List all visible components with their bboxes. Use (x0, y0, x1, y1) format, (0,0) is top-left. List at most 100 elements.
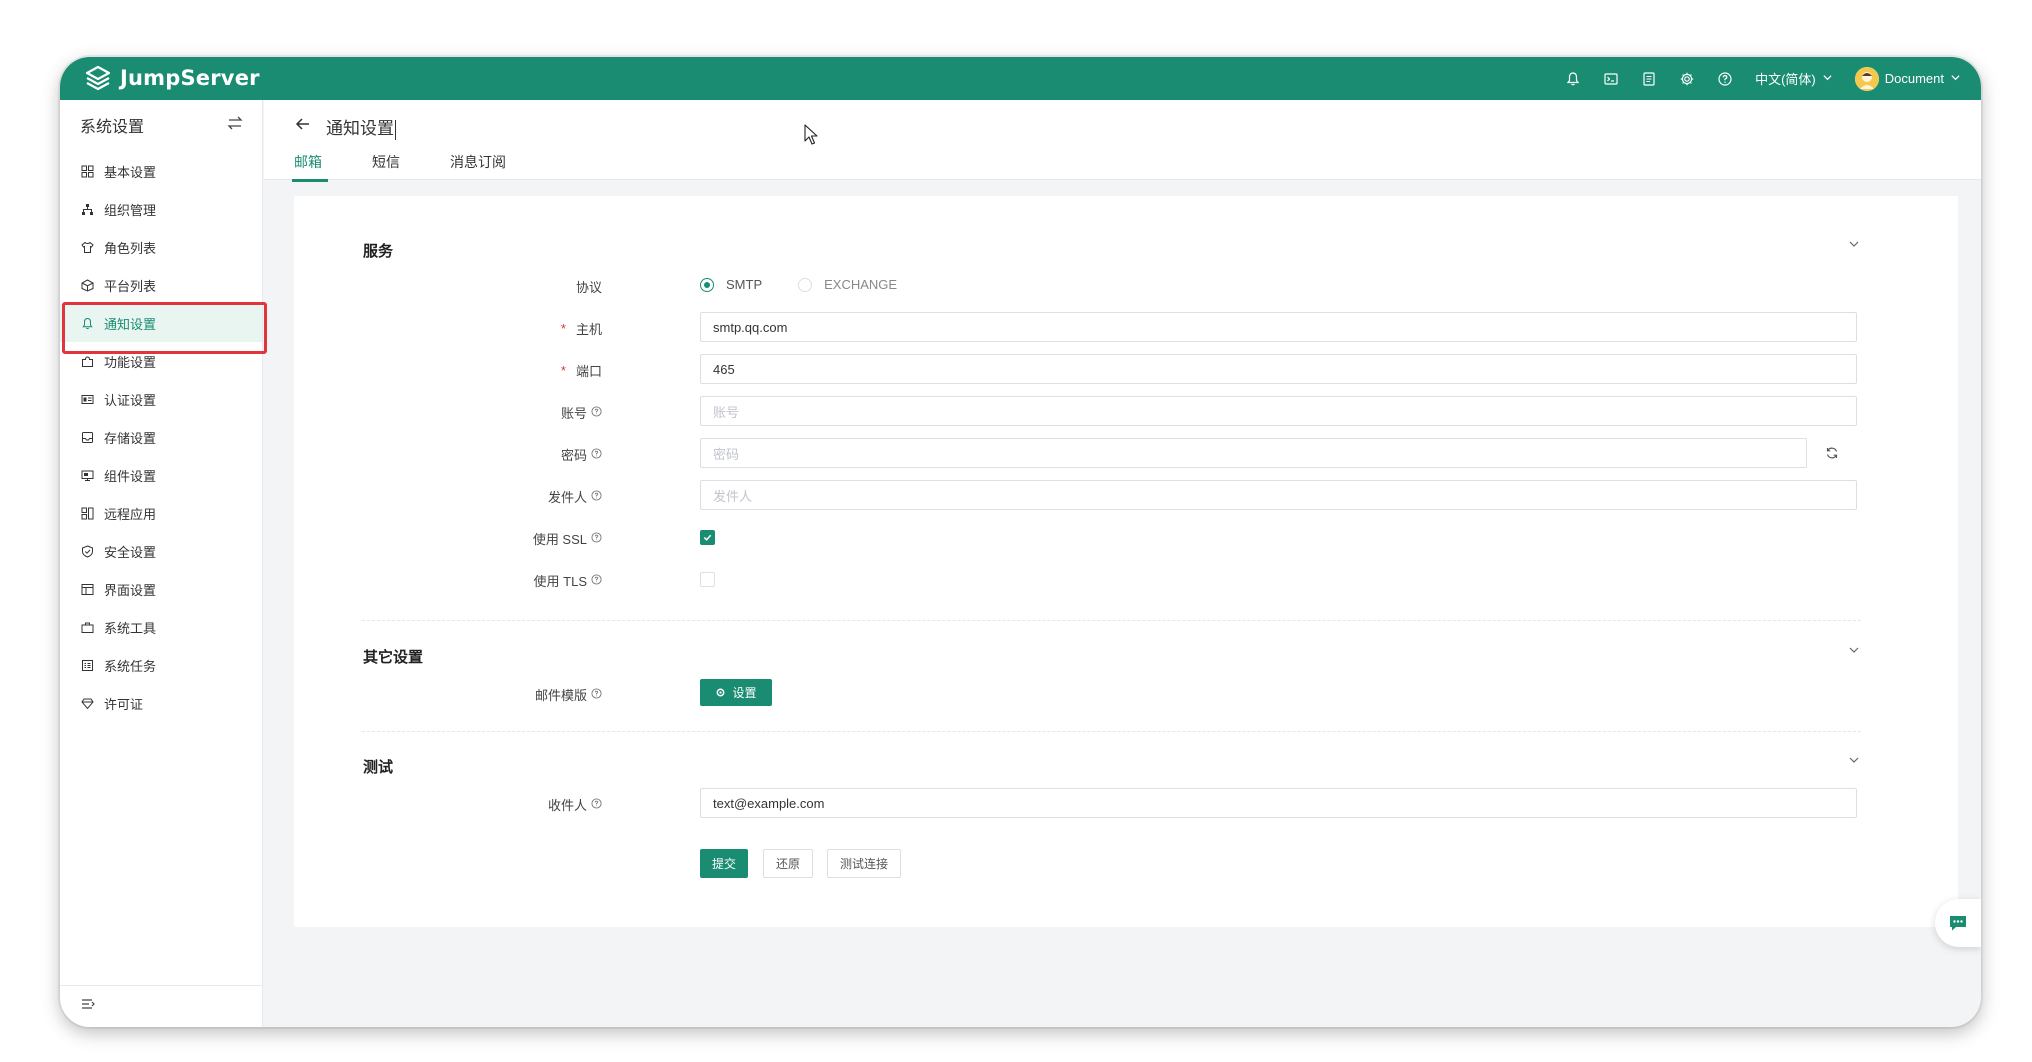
sidebar-item-auth-settings[interactable]: 认证设置 (60, 380, 262, 418)
chevron-down-icon (1822, 71, 1833, 86)
help-icon[interactable] (591, 531, 602, 546)
submit-button[interactable]: 提交 (700, 849, 748, 878)
recipient-input[interactable]: text@example.com (700, 788, 1857, 818)
template-label: 邮件模版 (362, 685, 602, 704)
sidebar-item-feature-settings[interactable]: 功能设置 (60, 342, 262, 380)
test-connection-button[interactable]: 测试连接 (827, 849, 901, 878)
top-right-actions: 中文(简体) Document (1565, 57, 1961, 100)
port-input[interactable]: 465 (700, 354, 1857, 384)
sidebar: 系统设置 基本设置 组织管理 角色列表 平台列表 通知设置 功能设置 认证设置 … (60, 100, 267, 1027)
sidebar-item-label: 界面设置 (104, 582, 157, 598)
protocol-radio-smtp[interactable]: SMTP (700, 277, 762, 292)
protocol-radio-exchange[interactable]: EXCHANGE (798, 277, 897, 292)
tls-checkbox[interactable] (700, 572, 715, 587)
top-navbar: JumpServer 中文(简体) Document (60, 57, 1981, 100)
document-icon[interactable] (1641, 71, 1657, 87)
chevron-down-icon[interactable] (1847, 643, 1861, 657)
storage-icon (81, 431, 94, 444)
sidebar-item-label: 安全设置 (104, 544, 157, 560)
help-icon[interactable] (591, 687, 602, 702)
help-icon[interactable] (591, 573, 602, 588)
reset-button[interactable]: 还原 (763, 849, 813, 878)
sidebar-item-label: 系统工具 (104, 620, 157, 636)
section-title-test: 测试 (363, 759, 394, 776)
sidebar-item-license[interactable]: 许可证 (60, 684, 262, 722)
sidebar-item-system-tools[interactable]: 系统工具 (60, 608, 262, 646)
app-window: JumpServer 中文(简体) Document 系统设置 基本设置 组织管… (60, 57, 1981, 1027)
template-settings-button[interactable]: 设置 (700, 679, 772, 706)
sidebar-footer (60, 985, 262, 1027)
switch-view-icon[interactable] (226, 114, 244, 137)
user-menu[interactable]: Document (1854, 66, 1961, 91)
help-icon[interactable] (591, 447, 602, 462)
gear-icon[interactable] (1679, 71, 1695, 87)
avatar (1854, 66, 1879, 91)
protocol-radio-group: SMTP EXCHANGE (700, 277, 897, 292)
radio-dot (700, 277, 714, 292)
account-label: 账号 (362, 403, 602, 422)
sidebar-item-label: 系统任务 (104, 658, 157, 674)
sidebar-item-label: 认证设置 (104, 392, 157, 408)
section-divider (362, 620, 1861, 621)
user-name: Document (1884, 71, 1944, 86)
sender-input[interactable]: 发件人 (700, 480, 1857, 510)
password-input[interactable]: 密码 (700, 438, 1807, 468)
refresh-icon[interactable] (1825, 446, 1839, 460)
gear-icon (717, 688, 725, 697)
sidebar-item-storage-settings[interactable]: 存储设置 (60, 418, 262, 456)
required-mark: * (560, 321, 566, 336)
sidebar-item-label: 组织管理 (104, 202, 157, 218)
chevron-down-icon (1950, 71, 1961, 86)
sidebar-item-system-tasks[interactable]: 系统任务 (60, 646, 262, 684)
user-avatar-icon (1854, 66, 1879, 91)
bell-icon[interactable] (1565, 71, 1581, 87)
back-arrow-icon[interactable] (294, 115, 312, 138)
tab-email[interactable]: 邮箱 (292, 152, 328, 182)
section-divider (362, 731, 1861, 732)
sidebar-item-interface-settings[interactable]: 界面设置 (60, 570, 262, 608)
task-icon (81, 659, 94, 672)
grid-icon (81, 165, 94, 178)
required-mark: * (560, 363, 566, 378)
mouse-cursor-icon (804, 124, 818, 145)
sidebar-item-label: 组件设置 (104, 468, 157, 484)
help-icon[interactable] (591, 489, 602, 504)
language-switcher[interactable]: 中文(简体) (1755, 69, 1833, 88)
help-icon[interactable] (1717, 71, 1733, 87)
port-label: * 端口 (560, 363, 602, 379)
sidebar-item-org-management[interactable]: 组织管理 (60, 190, 262, 228)
sidebar-item-security-settings[interactable]: 安全设置 (60, 532, 262, 570)
password-label: 密码 (362, 445, 602, 464)
ssl-checkbox[interactable] (700, 530, 715, 545)
help-icon[interactable] (591, 405, 602, 420)
chevron-down-icon[interactable] (1847, 237, 1861, 251)
tab-message-subscription[interactable]: 消息订阅 (450, 152, 506, 178)
sidebar-item-component-settings[interactable]: 组件设置 (60, 456, 262, 494)
sidebar-item-platform-list[interactable]: 平台列表 (60, 266, 262, 304)
sidebar-item-basic-settings[interactable]: 基本设置 (60, 152, 262, 190)
help-icon[interactable] (591, 797, 602, 812)
protocol-label: 协议 (575, 280, 602, 295)
chat-icon (1950, 916, 1966, 931)
settings-card: 服务 协议 SMTP EXCHANGE * 主机 smtp.qq.com * 端口 … (294, 196, 1958, 927)
chevron-down-icon[interactable] (1847, 753, 1861, 767)
sidebar-item-role-list[interactable]: 角色列表 (60, 228, 262, 266)
host-input[interactable]: smtp.qq.com (700, 312, 1857, 342)
collapse-menu-icon[interactable] (80, 996, 96, 1017)
shield-icon (81, 544, 94, 558)
tab-sms[interactable]: 短信 (372, 152, 400, 178)
host-label: * 主机 (560, 321, 602, 337)
language-label: 中文(简体) (1755, 72, 1816, 87)
sidebar-item-label: 平台列表 (104, 278, 157, 294)
account-input[interactable]: 账号 (700, 396, 1857, 426)
chat-support-button[interactable] (1935, 899, 1981, 947)
monitor-icon (81, 469, 94, 482)
diamond-icon (81, 697, 94, 710)
toolbox-icon (81, 621, 94, 634)
sidebar-item-notification-settings[interactable]: 通知设置 (60, 302, 267, 354)
terminal-icon[interactable] (1603, 71, 1619, 87)
brand-logo[interactable]: JumpServer (84, 64, 260, 92)
sidebar-item-remote-apps[interactable]: 远程应用 (60, 494, 262, 532)
sidebar-header: 系统设置 (60, 100, 262, 150)
sidebar-item-label: 许可证 (104, 696, 144, 712)
